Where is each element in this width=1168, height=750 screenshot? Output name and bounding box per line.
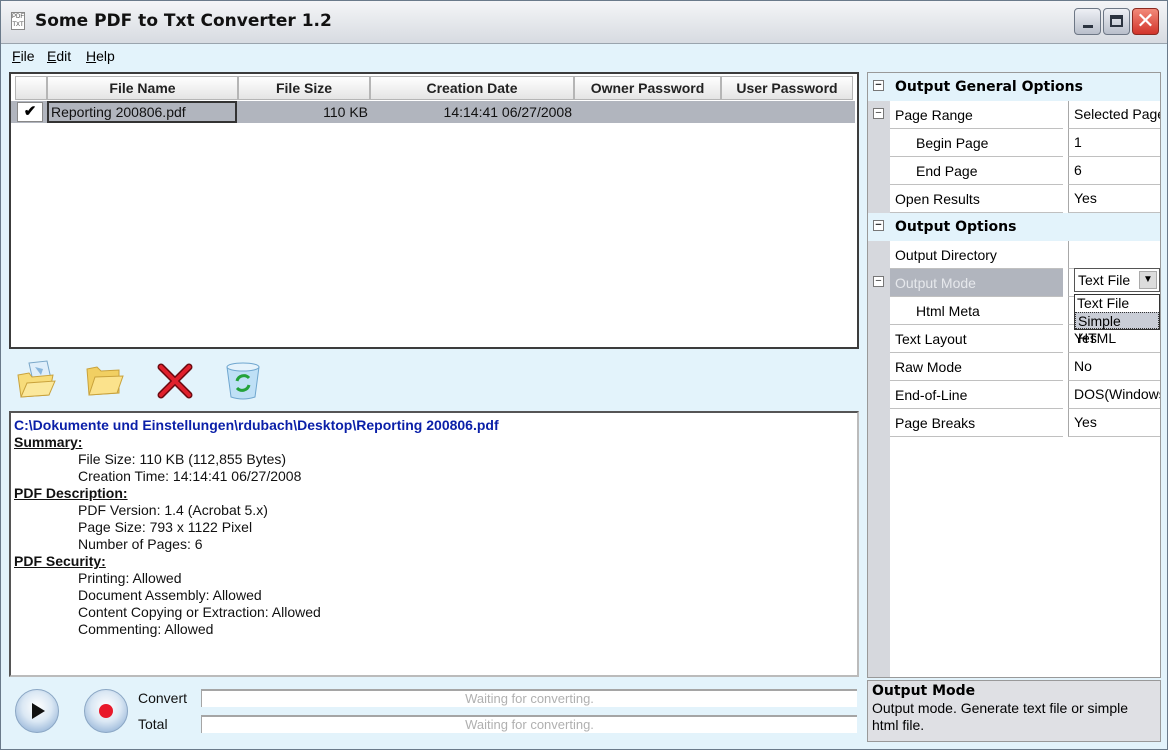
info-item: Page Size: 793 x 1122 Pixel [78,519,253,535]
prop-page-breaks[interactable]: Page Breaks Yes [868,409,1160,437]
collapse-icon[interactable]: − [873,80,884,91]
output-mode-combobox[interactable]: Text File ▼ [1074,268,1160,292]
total-label: Total [138,716,168,732]
property-description-panel: Output Mode Output mode. Generate text f… [867,680,1161,742]
description-text: Output mode. Generate text file or simpl… [872,700,1129,733]
dropdown-option-simple-html[interactable]: Simple HTML [1075,312,1159,346]
table-header: File Name File Size Creation Date Owner … [11,74,857,100]
dropdown-option-text-file[interactable]: Text File [1075,295,1159,312]
collapse-icon[interactable]: − [873,108,884,119]
collapse-icon[interactable]: − [873,276,884,287]
prop-begin-page[interactable]: Begin Page 1 [868,129,1160,157]
info-item: File Size: 110 KB (112,855 Bytes) [78,451,287,467]
collapse-icon[interactable]: − [873,220,884,231]
column-header-file-name[interactable]: File Name [47,76,238,100]
convert-progress-bar: Waiting for converting. [201,689,857,707]
info-item: Commenting: Allowed [78,621,214,637]
description-title: Output Mode [872,683,976,699]
remove-icon [157,363,193,399]
clear-list-icon [226,362,260,400]
column-header-creation-date[interactable]: Creation Date [370,76,574,100]
play-icon [32,703,45,719]
section-description-title: PDF Description: [14,485,128,501]
prop-raw-mode[interactable]: Raw Mode No [868,353,1160,381]
maximize-button[interactable] [1103,8,1130,35]
convert-label: Convert [138,690,188,706]
column-header-file-size[interactable]: File Size [238,76,370,100]
info-item: Printing: Allowed [78,570,182,586]
add-files-button[interactable] [15,359,59,401]
prop-page-range[interactable]: − Page Range Selected Pages [868,101,1160,129]
file-path: C:\Dokumente und Einstellungen\rdubach\D… [14,417,499,433]
app-icon: PDF TXT [11,12,25,30]
add-files-icon [17,360,56,398]
column-header-owner-password[interactable]: Owner Password [574,76,721,100]
category-output-general-options[interactable]: − Output General Options [868,73,1160,101]
table-row[interactable]: ✔ Reporting 200806.pdf 110 KB 14:14:41 0… [11,101,855,123]
section-summary-title: Summary: [14,434,83,450]
output-mode-dropdown-list[interactable]: Text File Simple HTML [1074,294,1160,346]
open-folder-button[interactable] [83,359,127,401]
window-title: Some PDF to Txt Converter 1.2 [35,11,332,31]
section-security-title: PDF Security: [14,553,106,569]
menu-file[interactable]: File [12,48,35,64]
prop-open-results[interactable]: Open Results Yes [868,185,1160,213]
info-item: Document Assembly: Allowed [78,587,262,603]
close-button[interactable]: ✕ [1132,8,1159,35]
cell-owner-password [574,101,719,123]
prop-end-page[interactable]: End Page 6 [868,157,1160,185]
info-item: PDF Version: 1.4 (Acrobat 5.x) [78,502,268,518]
title-bar[interactable]: PDF TXT Some PDF to Txt Converter 1.2 ✕ [1,1,1167,44]
start-convert-button[interactable] [15,689,59,733]
info-item: Creation Time: 14:14:41 06/27/2008 [78,468,302,484]
minimize-icon [1083,25,1093,28]
property-grid[interactable]: − Output General Options − Page Range Se… [867,72,1161,678]
main-window: PDF TXT Some PDF to Txt Converter 1.2 ✕ F… [0,0,1168,750]
cell-file-size: 110 KB [323,104,368,120]
total-progress-bar: Waiting for converting. [201,715,857,733]
close-icon: ✕ [1136,9,1155,34]
minimize-button[interactable] [1074,8,1101,35]
cell-file-name: Reporting 200806.pdf [47,101,237,123]
maximize-icon [1110,15,1123,27]
remove-file-button[interactable] [153,359,197,401]
stop-icon [99,704,113,718]
open-folder-icon [86,366,124,396]
file-list-table[interactable]: File Name File Size Creation Date Owner … [9,72,859,349]
toolbar [9,353,859,407]
info-item: Number of Pages: 6 [78,536,203,552]
cell-user-password [721,101,851,123]
cell-creation-date: 14:14:41 06/27/2008 [443,104,572,120]
stop-convert-button[interactable] [84,689,128,733]
menu-bar: File Edit Help [3,44,1165,68]
info-item: Content Copying or Extraction: Allowed [78,604,321,620]
clear-list-button[interactable] [221,359,265,401]
category-output-options[interactable]: − Output Options [868,213,1160,241]
column-header-check[interactable] [15,76,47,100]
column-header-user-password[interactable]: User Password [721,76,853,100]
dropdown-arrow-icon[interactable]: ▼ [1139,271,1157,289]
prop-end-of-line[interactable]: End-of-Line DOS(Windows) [868,381,1160,409]
file-info-panel[interactable]: C:\Dokumente und Einstellungen\rdubach\D… [9,411,859,677]
menu-edit[interactable]: Edit [47,48,71,64]
prop-output-directory[interactable]: Output Directory [868,241,1160,269]
menu-help[interactable]: Help [86,48,115,64]
conversion-controls: Convert Total Waiting for converting. Wa… [9,679,859,745]
row-checkbox[interactable]: ✔ [17,102,43,122]
